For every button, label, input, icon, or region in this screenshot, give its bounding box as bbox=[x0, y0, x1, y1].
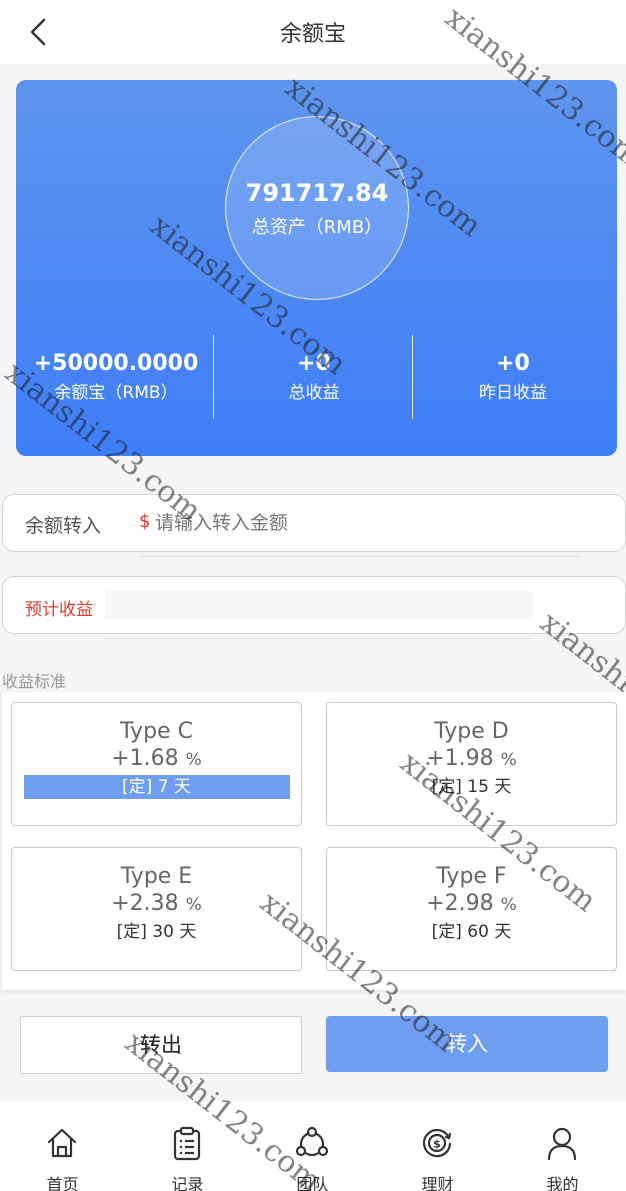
plans-panel: Type C +1.68 % [定] 7 天 Type D +1.98 % [定… bbox=[2, 692, 626, 990]
plan-card-type-d[interactable]: Type D +1.98 % [定] 15 天 bbox=[326, 702, 617, 826]
stat-label: 余额宝（RMB） bbox=[54, 383, 178, 403]
estimate-label: 预计收益 bbox=[25, 600, 93, 620]
plan-term: [定] 15 天 bbox=[431, 777, 512, 797]
home-icon bbox=[47, 1128, 77, 1158]
input-underline bbox=[138, 556, 582, 557]
stat-balance: +50000.0000 余额宝（RMB） bbox=[16, 335, 216, 419]
stat-value: +50000.0000 bbox=[33, 351, 199, 376]
plan-card-type-f[interactable]: Type F +2.98 % [定] 60 天 bbox=[326, 847, 617, 971]
transfer-amount-field: 余额转入 $ bbox=[2, 494, 626, 552]
plan-card-type-e[interactable]: Type E +2.38 % [定] 30 天 bbox=[11, 847, 302, 971]
stat-value: +0 bbox=[496, 351, 530, 376]
nav-label: 首页 bbox=[46, 1175, 79, 1191]
plan-rate-value: +2.38 bbox=[111, 891, 179, 916]
plan-rate: +2.98 % bbox=[327, 891, 616, 916]
stat-total-earnings: +0 总收益 bbox=[214, 335, 414, 419]
transfer-out-button[interactable]: 转出 bbox=[20, 1016, 302, 1074]
percent-sign: % bbox=[500, 750, 517, 770]
plan-term: [定] 30 天 bbox=[116, 922, 197, 942]
plan-term: [定] 60 天 bbox=[431, 922, 512, 942]
plan-term: [定] 7 天 bbox=[23, 775, 290, 799]
transfer-label: 余额转入 bbox=[25, 515, 102, 537]
clipboard-icon bbox=[173, 1126, 201, 1161]
nav-label: 记录 bbox=[171, 1175, 204, 1191]
nav-item-profile[interactable]: 我的 bbox=[500, 1101, 625, 1191]
plan-name: Type F bbox=[436, 864, 507, 889]
money-icon: $ bbox=[422, 1128, 452, 1158]
total-assets-value: 791717.84 bbox=[245, 179, 389, 207]
earnings-standard-title: 收益标准 bbox=[2, 672, 67, 691]
user-icon bbox=[547, 1127, 577, 1161]
plan-card-type-c[interactable]: Type C +1.68 % [定] 7 天 bbox=[11, 702, 302, 826]
stat-yesterday-earnings: +0 昨日收益 bbox=[413, 335, 613, 419]
estimate-underline bbox=[104, 638, 530, 639]
nav-label: 理财 bbox=[421, 1175, 454, 1191]
estimate-value-box bbox=[105, 591, 533, 619]
svg-text:$: $ bbox=[433, 1138, 441, 1151]
total-assets-circle: 791717.84 总资产（RMB） bbox=[225, 116, 409, 300]
stat-label: 昨日收益 bbox=[479, 383, 547, 403]
plan-name: Type C bbox=[120, 719, 193, 744]
plan-rate: +2.38 % bbox=[12, 891, 301, 916]
nav-item-home[interactable]: 首页 bbox=[0, 1101, 125, 1191]
nav-item-finance[interactable]: $ 理财 bbox=[375, 1101, 500, 1191]
estimated-earnings-field: 预计收益 bbox=[2, 576, 626, 634]
stat-label: 总收益 bbox=[288, 383, 340, 403]
page-title: 余额宝 bbox=[279, 22, 346, 47]
nav-item-records[interactable]: 记录 bbox=[125, 1101, 250, 1191]
percent-sign: % bbox=[500, 895, 517, 915]
plan-name: Type E bbox=[120, 864, 193, 889]
amount-input[interactable] bbox=[155, 505, 595, 541]
plan-rate: +1.68 % bbox=[12, 746, 301, 771]
balance-summary-card: 791717.84 总资产（RMB） +50000.0000 余额宝（RMB） … bbox=[16, 80, 617, 456]
percent-sign: % bbox=[185, 750, 202, 770]
total-assets-label: 总资产（RMB） bbox=[251, 217, 383, 238]
transfer-in-button[interactable]: 转入 bbox=[326, 1016, 608, 1072]
plan-rate-value: +2.98 bbox=[426, 891, 494, 916]
plan-name: Type D bbox=[434, 719, 509, 744]
stats-row: +50000.0000 余额宝（RMB） +0 总收益 +0 昨日收益 bbox=[16, 335, 617, 419]
plan-rate: +1.98 % bbox=[327, 746, 616, 771]
stat-value: +0 bbox=[297, 351, 331, 376]
header-bar: 余额宝 bbox=[0, 0, 626, 64]
team-icon bbox=[295, 1126, 329, 1157]
plan-rate-value: +1.98 bbox=[426, 746, 494, 771]
plan-rate-value: +1.68 bbox=[111, 746, 179, 771]
bottom-nav: 首页 记录 团队 $ 理财 我的 bbox=[0, 1101, 626, 1191]
currency-symbol: $ bbox=[139, 511, 151, 532]
nav-label: 团队 bbox=[296, 1175, 329, 1191]
nav-item-team[interactable]: 团队 bbox=[250, 1101, 375, 1191]
nav-label: 我的 bbox=[546, 1175, 579, 1191]
percent-sign: % bbox=[185, 895, 202, 915]
